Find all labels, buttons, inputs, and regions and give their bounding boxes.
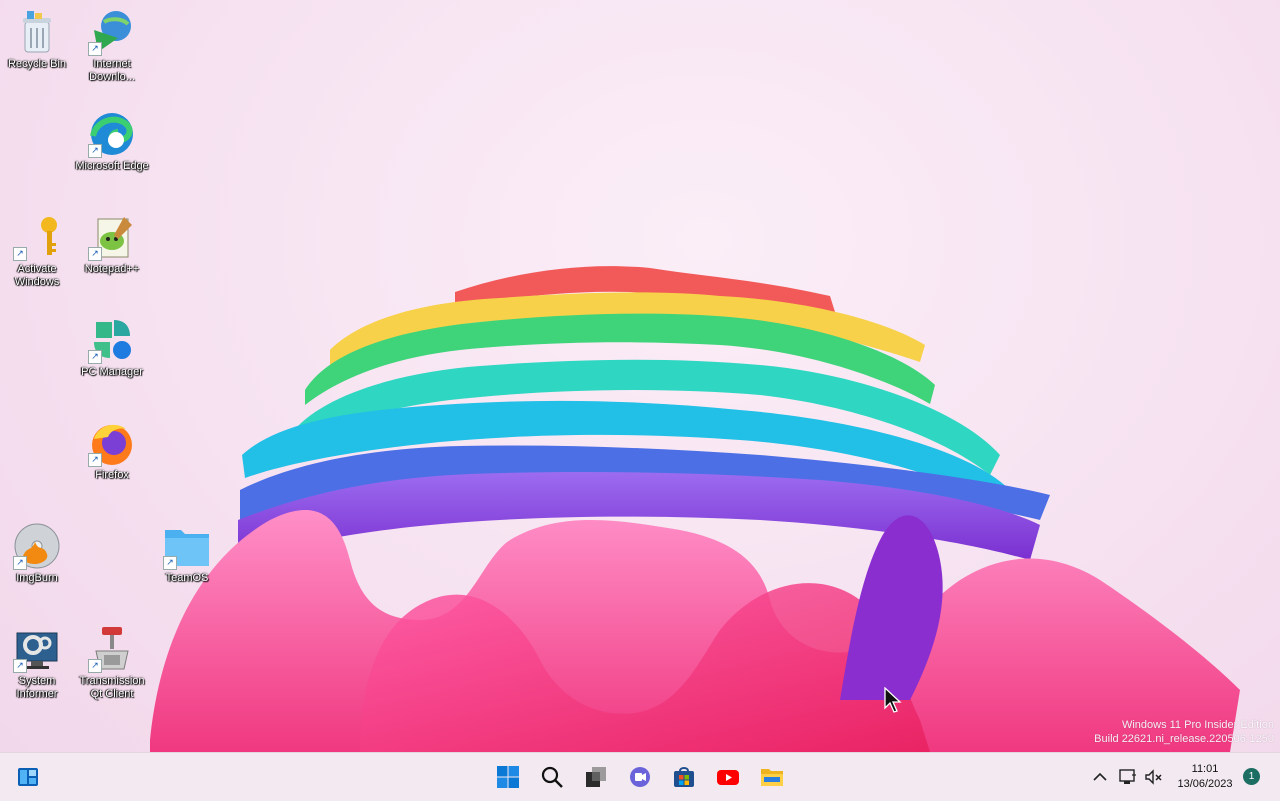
folder-icon [761,769,783,786]
shortcut-arrow-icon: ↗ [88,659,102,673]
chevron-up-icon[interactable] [1090,767,1110,787]
recycle-bin-icon [13,8,61,56]
system-informer-icon: ↗ [13,625,61,673]
key-icon: ↗ [13,213,61,261]
system-informer-desktop-icon[interactable]: ↗ System Informer [0,625,74,701]
shortcut-arrow-icon: ↗ [13,556,27,570]
clock-date: 13/06/2023 [1177,778,1233,790]
desktop-icon-label: Notepad++ [84,263,140,275]
desktop-wallpaper [150,266,1240,752]
teamos-desktop-icon[interactable]: ↗ TeamOS [150,522,224,585]
network-icon[interactable] [1118,767,1138,787]
notepad-plus-plus-icon: ↗ [88,213,136,261]
pc-manager-desktop-icon[interactable]: ↗ PC Manager [75,316,149,379]
start-button[interactable] [492,761,524,793]
store-button[interactable] [668,761,700,793]
taskbar: 11:01 13/06/2023 1 [0,752,1280,801]
notepad-plus-plus-desktop-icon[interactable]: ↗ Notepad++ [75,213,149,276]
watermark-edition: Windows 11 Pro Insider Edition [1121,719,1274,731]
desktop-icon-label: TeamOS [165,572,209,584]
desktop-icon-label: PC Manager [81,366,143,378]
youtube-icon [717,770,739,785]
shortcut-arrow-icon: ↗ [88,247,102,261]
file-explorer-button[interactable] [756,761,788,793]
search-button[interactable] [536,761,568,793]
internet-download-manager-icon: ↗ [88,8,136,56]
notification-count-badge[interactable]: 1 [1243,768,1260,785]
shortcut-arrow-icon: ↗ [13,247,27,261]
mouse-pointer-icon [884,687,902,713]
pc-manager-icon: ↗ [88,316,136,364]
windows-build-watermark: Windows 11 Pro Insider Edition Build 226… [1094,718,1274,746]
microsoft-edge-desktop-icon[interactable]: ↗ Microsoft Edge [75,110,149,173]
desktop-icon-label: Firefox [95,469,129,481]
shortcut-arrow-icon: ↗ [13,659,27,673]
widgets-button[interactable] [12,761,44,793]
task-view-icon [586,767,606,787]
task-view-button[interactable] [580,761,612,793]
desktop-icon-label: Internet Downlo... [89,58,135,83]
desktop-icon-label: Microsoft Edge [75,160,149,172]
volume-muted-icon[interactable] [1144,767,1164,787]
clock-date-button[interactable]: 11:01 13/06/2023 [1170,762,1240,792]
recycle-bin-desktop-icon[interactable]: Recycle Bin [0,8,74,71]
transmission-icon: ↗ [88,625,136,673]
firefox-icon: ↗ [88,419,136,467]
widgets-icon [18,768,38,786]
desktop-icon-label: Recycle Bin [7,58,67,70]
imgburn-desktop-icon[interactable]: ↗ ImgBurn [0,522,74,585]
shortcut-arrow-icon: ↗ [88,350,102,364]
desktop-icon-label: Transmission Qt Client [79,675,145,700]
transmission-qt-client-desktop-icon[interactable]: ↗ Transmission Qt Client [75,625,149,701]
shortcut-arrow-icon: ↗ [163,556,177,570]
clock-time: 11:01 [1191,763,1219,775]
firefox-desktop-icon[interactable]: ↗ Firefox [75,419,149,482]
chat-button[interactable] [624,761,656,793]
shortcut-arrow-icon: ↗ [88,453,102,467]
imgburn-icon: ↗ [13,522,61,570]
search-icon [541,766,563,788]
activate-windows-desktop-icon[interactable]: ↗ Activate Windows [0,213,74,289]
windows-logo-icon [497,766,519,788]
desktop-icon-label: ImgBurn [16,572,58,584]
watermark-build: Build 22621.ni_release.220506-1250 [1094,733,1274,745]
microsoft-store-icon [674,767,694,787]
folder-icon: ↗ [163,522,211,570]
shortcut-arrow-icon: ↗ [88,42,102,56]
microsoft-edge-icon: ↗ [88,110,136,158]
desktop-icon-label: Activate Windows [14,263,60,288]
youtube-button[interactable] [712,761,744,793]
teams-chat-icon [630,767,650,787]
shortcut-arrow-icon: ↗ [88,144,102,158]
internet-download-manager-desktop-icon[interactable]: ↗ Internet Downlo... [75,8,149,84]
desktop-icon-label: System Informer [16,675,58,700]
